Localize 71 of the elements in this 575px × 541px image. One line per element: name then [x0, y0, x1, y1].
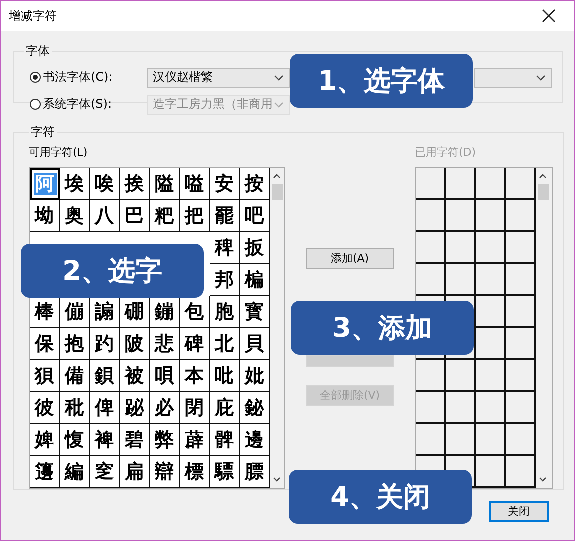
scrollbar-thumb[interactable]	[538, 184, 548, 200]
character-cell[interactable]: 埃	[60, 168, 90, 200]
character-cell[interactable]: 悲	[150, 328, 180, 360]
character-cell[interactable]: 薜	[180, 424, 210, 456]
character-cell[interactable]: 備	[60, 360, 90, 392]
character-cell[interactable]: 吡	[210, 360, 240, 392]
radio-label[interactable]: 书法字体(C):	[43, 69, 147, 86]
character-cell[interactable]: 弊	[150, 424, 180, 456]
character-cell[interactable]: 愎	[60, 424, 90, 456]
character-cell[interactable]: 䟤	[120, 392, 150, 424]
scroll-down-icon[interactable]	[539, 477, 547, 482]
radio-button[interactable]	[30, 99, 41, 110]
character-cell[interactable]: 狽	[30, 360, 60, 392]
scroll-up-icon[interactable]	[539, 174, 547, 179]
callout-label: 2、选字	[21, 244, 204, 298]
character-cell[interactable]: 唄	[150, 360, 180, 392]
scroll-down-icon[interactable]	[273, 477, 281, 482]
character-cell[interactable]: 罷	[210, 200, 240, 232]
scrollbar-thumb[interactable]	[272, 184, 282, 200]
window-title: 增减字符	[9, 8, 57, 24]
character-cell[interactable]: 抱	[60, 328, 90, 360]
character-cell[interactable]: 安	[210, 168, 240, 200]
character-cell[interactable]: 本	[180, 360, 210, 392]
close-icon[interactable]	[542, 9, 556, 23]
character-cell[interactable]: 碧	[120, 424, 150, 456]
font-dropdown[interactable]: 汉仪赵楷繁	[147, 68, 290, 88]
character-cell[interactable]: 趵	[90, 328, 120, 360]
character-cell[interactable]: 北	[210, 328, 240, 360]
character-cell[interactable]: 稗	[210, 232, 240, 264]
close-button[interactable]: 关闭	[489, 501, 549, 522]
chevron-down-icon	[274, 102, 284, 108]
character-cell[interactable]: 陂	[120, 328, 150, 360]
radio-button[interactable]	[30, 72, 41, 83]
character-cell[interactable]: 隘	[150, 168, 180, 200]
character-cell[interactable]: 保	[30, 328, 60, 360]
character-cell[interactable]: 婢	[30, 424, 60, 456]
character-cell[interactable]: 編	[60, 456, 90, 488]
character-cell[interactable]: 裨	[90, 424, 120, 456]
callout-label: 4、关闭	[289, 470, 472, 524]
character-cell[interactable]: 閉	[180, 392, 210, 424]
group-label: 字体	[25, 43, 51, 60]
list-label: 可用字符(L)	[29, 145, 89, 161]
chevron-down-icon	[274, 74, 284, 80]
character-cell[interactable]: 驃	[210, 456, 240, 488]
character-cell[interactable]: 鋇	[90, 360, 120, 392]
character-cell[interactable]: 被	[120, 360, 150, 392]
character-cell[interactable]: 窆	[90, 456, 120, 488]
radio-label[interactable]: 系统字体(S):	[43, 96, 147, 113]
callout-label: 3、添加	[291, 301, 474, 355]
callout-label: 1、选字体	[290, 54, 473, 108]
character-cell[interactable]: 髀	[210, 424, 240, 456]
character-cell[interactable]: 彼	[30, 392, 60, 424]
character-cell[interactable]: 邦	[210, 264, 240, 296]
scroll-up-icon[interactable]	[273, 174, 281, 179]
character-cell[interactable]: 挨	[120, 168, 150, 200]
action-button[interactable]: 添加(A)	[306, 248, 394, 269]
character-cell[interactable]: 籩	[30, 456, 60, 488]
group-label: 字符	[30, 124, 56, 141]
character-cell[interactable]: 辯	[150, 456, 180, 488]
character-cell[interactable]: 秕	[60, 392, 90, 424]
character-cell[interactable]: 扁	[120, 456, 150, 488]
chevron-down-icon	[536, 74, 546, 80]
character-cell[interactable]: 嗌	[180, 168, 210, 200]
character-cell[interactable]: 胞	[210, 296, 240, 328]
character-cell[interactable]: 俾	[90, 392, 120, 424]
character-cell[interactable]: 必	[150, 392, 180, 424]
list-label: 已用字符(D)	[415, 145, 478, 161]
character-cell[interactable]: 碑	[180, 328, 210, 360]
character-cell[interactable]: 唉	[90, 168, 120, 200]
character-cell[interactable]: 庇	[210, 392, 240, 424]
character-cell[interactable]: 標	[180, 456, 210, 488]
